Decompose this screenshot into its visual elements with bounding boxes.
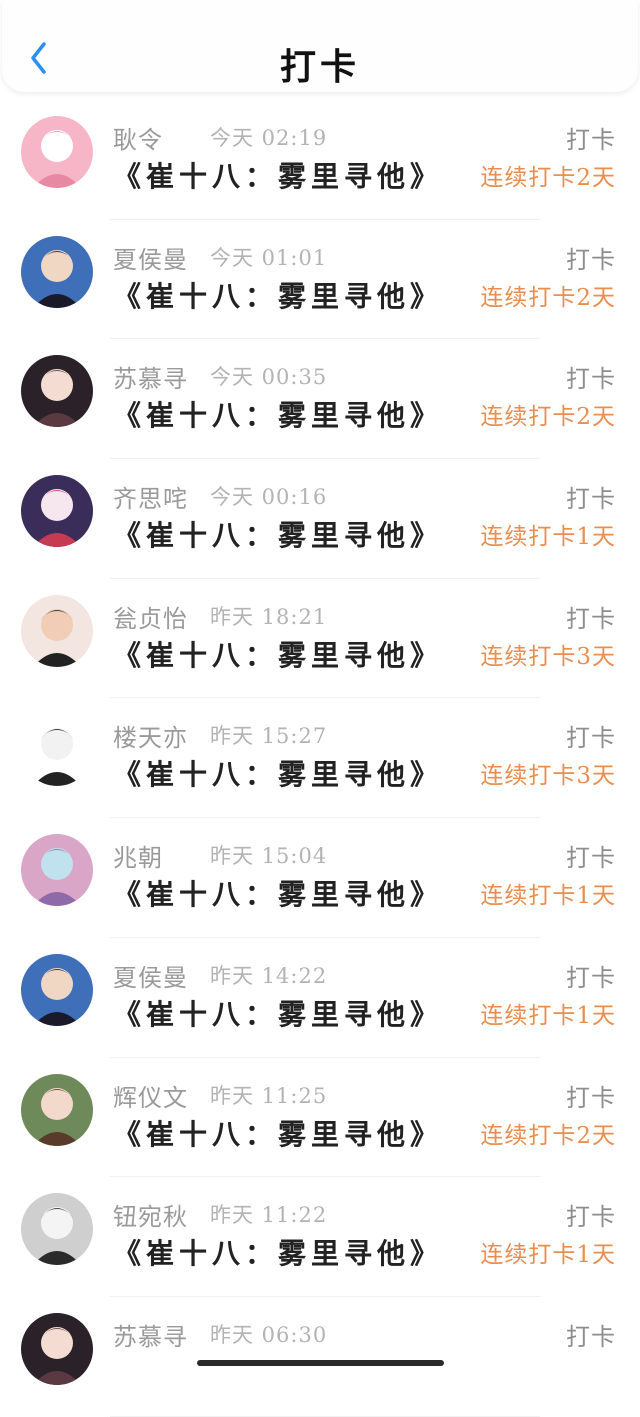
list-item[interactable]: 兆朝 昨天 15:04 《崔十八：雾里寻他》 打卡连续打卡1天 bbox=[0, 818, 640, 938]
user-name: 辉仪文 bbox=[113, 1083, 188, 1112]
avatar-image bbox=[21, 475, 93, 548]
checkin-action[interactable]: 打卡 bbox=[566, 359, 616, 394]
avatar[interactable] bbox=[21, 594, 93, 667]
avatar-image bbox=[21, 1193, 93, 1266]
avatar[interactable] bbox=[21, 953, 93, 1026]
checkin-time: 昨天 11:25 bbox=[210, 1083, 328, 1108]
avatar-image bbox=[21, 235, 93, 308]
list-item[interactable]: 辉仪文 昨天 11:25 《崔十八：雾里寻他》 打卡连续打卡2天 bbox=[0, 1058, 640, 1178]
avatar[interactable] bbox=[21, 355, 93, 428]
user-name: 钮宛秋 bbox=[113, 1203, 188, 1232]
user-name: 苏慕寻 bbox=[113, 365, 188, 394]
user-name: 楼天亦 bbox=[113, 724, 188, 753]
avatar[interactable] bbox=[21, 1073, 93, 1146]
list-item[interactable]: 苏慕寻 昨天 06:30 打卡 bbox=[0, 1297, 640, 1417]
book-title[interactable]: 《崔十八：雾里寻他》 bbox=[113, 993, 443, 1033]
list-item[interactable]: 楼天亦 昨天 15:27 《崔十八：雾里寻他》 打卡连续打卡3天 bbox=[0, 698, 640, 819]
avatar[interactable] bbox=[21, 834, 93, 907]
streak-label: 连续打卡2天 bbox=[480, 284, 616, 311]
avatar[interactable] bbox=[21, 475, 93, 548]
book-title[interactable]: 《崔十八：雾里寻他》 bbox=[113, 1113, 443, 1153]
checkin-action[interactable]: 打卡 bbox=[566, 1317, 616, 1352]
list-item[interactable]: 耿令 今天 02:19 《崔十八：雾里寻他》 打卡连续打卡2天 bbox=[0, 100, 640, 220]
list-item[interactable]: 苏慕寻 今天 00:35 《崔十八：雾里寻他》 打卡连续打卡2天 bbox=[0, 339, 640, 460]
book-title[interactable]: 《崔十八：雾里寻他》 bbox=[113, 514, 443, 554]
user-name: 瓮贞怡 bbox=[113, 604, 188, 633]
list-item[interactable]: 钮宛秋 昨天 11:22 《崔十八：雾里寻他》 打卡连续打卡1天 bbox=[0, 1177, 640, 1297]
avatar-image bbox=[21, 594, 93, 667]
user-name: 耿令 bbox=[113, 126, 163, 154]
avatar-image bbox=[21, 116, 93, 188]
checkin-action[interactable]: 打卡 bbox=[566, 599, 616, 634]
avatar[interactable] bbox=[21, 1312, 93, 1385]
page-title: 打卡 bbox=[279, 46, 360, 88]
checkin-action[interactable]: 打卡 bbox=[566, 1078, 616, 1113]
book-title[interactable]: 《崔十八：雾里寻他》 bbox=[113, 275, 443, 315]
streak-label: 连续打卡2天 bbox=[480, 1122, 616, 1149]
streak-label: 连续打卡1天 bbox=[480, 524, 616, 551]
list-item[interactable]: 夏侯曼 昨天 14:22 《崔十八：雾里寻他》 打卡连续打卡1天 bbox=[0, 938, 640, 1058]
checkin-time: 昨天 15:27 bbox=[210, 724, 328, 749]
streak-label: 连续打卡2天 bbox=[480, 404, 616, 431]
book-title[interactable]: 《崔十八：雾里寻他》 bbox=[113, 394, 443, 434]
checkin-time: 今天 00:35 bbox=[210, 365, 328, 390]
row-divider bbox=[110, 1415, 540, 1417]
list-item[interactable]: 瓮贞怡 昨天 18:21 《崔十八：雾里寻他》 打卡连续打卡3天 bbox=[0, 579, 640, 699]
checkin-time: 昨天 15:04 bbox=[210, 844, 328, 869]
checkin-action[interactable]: 打卡 bbox=[566, 718, 616, 753]
avatar[interactable] bbox=[21, 1193, 93, 1266]
avatar-image bbox=[21, 1073, 93, 1146]
checkin-time: 昨天 06:30 bbox=[210, 1322, 328, 1347]
book-title[interactable]: 《崔十八：雾里寻他》 bbox=[113, 1232, 443, 1272]
avatar[interactable] bbox=[21, 235, 93, 308]
book-title[interactable]: 《崔十八：雾里寻他》 bbox=[113, 634, 443, 674]
checkin-action[interactable]: 打卡 bbox=[566, 1197, 616, 1232]
avatar-image bbox=[21, 355, 93, 428]
user-name: 夏侯曼 bbox=[113, 963, 188, 992]
streak-label: 连续打卡1天 bbox=[480, 1002, 616, 1029]
user-name: 兆朝 bbox=[113, 844, 163, 873]
checkin-action[interactable]: 打卡 bbox=[566, 838, 616, 873]
checkin-action[interactable]: 打卡 bbox=[566, 479, 616, 514]
user-name: 夏侯曼 bbox=[113, 245, 188, 274]
streak-label: 连续打卡2天 bbox=[480, 165, 616, 191]
checkin-time: 昨天 18:21 bbox=[210, 604, 328, 629]
avatar[interactable] bbox=[21, 714, 93, 787]
home-indicator[interactable] bbox=[197, 1360, 444, 1366]
checkin-action[interactable]: 打卡 bbox=[566, 958, 616, 993]
list-item[interactable]: 夏侯曼 今天 01:01 《崔十八：雾里寻他》 打卡连续打卡2天 bbox=[0, 220, 640, 340]
user-name: 齐思咤 bbox=[113, 485, 188, 514]
checkin-action[interactable]: 打卡 bbox=[566, 120, 616, 155]
avatar-image bbox=[21, 834, 93, 907]
book-title[interactable]: 《崔十八：雾里寻他》 bbox=[113, 753, 443, 793]
avatar[interactable] bbox=[21, 116, 93, 188]
book-title[interactable]: 《崔十八：雾里寻他》 bbox=[113, 155, 443, 195]
checkin-time: 昨天 14:22 bbox=[210, 963, 328, 988]
top-bar: 打卡 bbox=[2, 0, 638, 92]
user-name: 苏慕寻 bbox=[113, 1322, 188, 1351]
avatar-image bbox=[21, 953, 93, 1026]
avatar-image bbox=[21, 1312, 93, 1385]
checkin-time: 今天 01:01 bbox=[210, 245, 328, 270]
streak-label: 连续打卡1天 bbox=[480, 883, 616, 910]
checkin-time: 今天 00:16 bbox=[210, 485, 328, 510]
streak-label: 连续打卡3天 bbox=[480, 643, 616, 670]
list-item[interactable]: 齐思咤 今天 00:16 《崔十八：雾里寻他》 打卡连续打卡1天 bbox=[0, 459, 640, 579]
checkin-action[interactable]: 打卡 bbox=[566, 240, 616, 275]
checkin-time: 今天 02:19 bbox=[210, 126, 328, 150]
avatar-image bbox=[21, 714, 93, 787]
checkin-time: 昨天 11:22 bbox=[210, 1203, 328, 1228]
streak-label: 连续打卡1天 bbox=[480, 1242, 616, 1269]
checkin-list: 耿令 今天 02:19 《崔十八：雾里寻他》 打卡 连续打卡2天 夏侯曼 今天 01:01 《… bbox=[0, 100, 640, 1417]
streak-label: 连续打卡3天 bbox=[480, 763, 616, 790]
book-title[interactable]: 《崔十八：雾里寻他》 bbox=[113, 873, 443, 913]
